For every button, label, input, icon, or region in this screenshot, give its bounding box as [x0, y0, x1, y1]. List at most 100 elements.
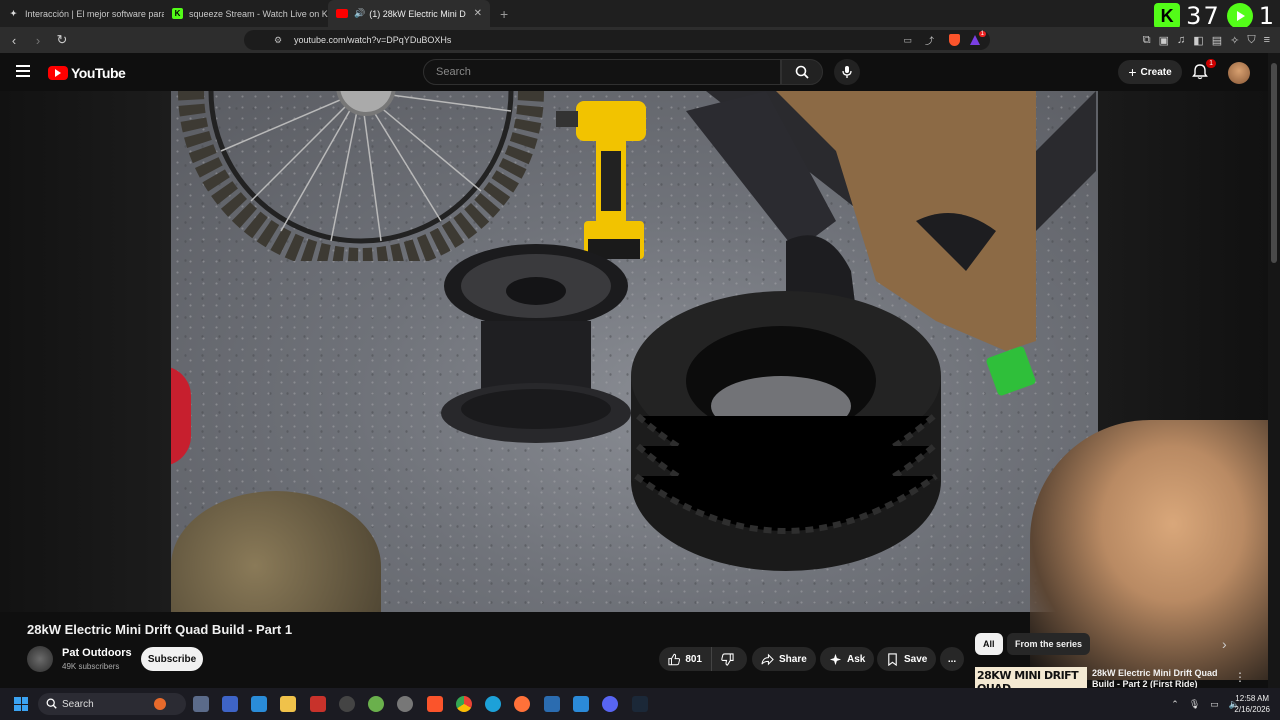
cast-icon[interactable]: ▭: [903, 35, 912, 46]
shield-badge: 1: [978, 31, 986, 37]
tab-title: Interacción | El mejor software para p: [25, 8, 164, 19]
create-button[interactable]: + Create: [1118, 60, 1182, 84]
app-icon[interactable]: [368, 696, 384, 712]
app-icon[interactable]: [310, 696, 326, 712]
extensions-icon[interactable]: ⧉: [1143, 34, 1151, 47]
app-icon[interactable]: [544, 696, 560, 712]
plus-icon: +: [1128, 64, 1137, 80]
app-icon[interactable]: [397, 696, 413, 712]
sparkle-icon: [829, 653, 842, 665]
gear-icon: ✦: [10, 9, 17, 18]
share-icon: [761, 653, 774, 665]
play-icon: [1226, 3, 1253, 29]
subscribe-button[interactable]: Subscribe: [141, 647, 203, 671]
windows-start-icon[interactable]: [14, 697, 28, 711]
save-label: Save: [904, 653, 928, 665]
windows-taskbar: Search ⌃ 🎙 ▭ 🔈 12:58 AM 2/16/2026: [0, 688, 1280, 720]
edge-icon[interactable]: [485, 696, 501, 712]
app-icon[interactable]: [339, 696, 355, 712]
kick-icon: K: [172, 8, 183, 19]
more-vertical-icon[interactable]: ⋮: [1234, 670, 1246, 684]
share-page-icon[interactable]: ⤴: [925, 34, 934, 47]
hamburger-menu-icon[interactable]: [16, 65, 30, 77]
browser-tab[interactable]: ✦ Interacción | El mejor software para p: [0, 0, 164, 27]
taskbar-clock[interactable]: 12:58 AM 2/16/2026: [1234, 693, 1270, 715]
rewards-icon[interactable]: [970, 35, 980, 45]
share-label: Share: [779, 653, 807, 665]
like-count: 801: [685, 653, 702, 665]
youtube-logo[interactable]: YouTube: [48, 65, 126, 81]
filter-chip-all[interactable]: All: [975, 633, 1003, 655]
bookmark-save-icon: [888, 652, 897, 666]
vscode-icon[interactable]: [573, 696, 589, 712]
basketball-icon: [154, 698, 166, 710]
speaker-icon[interactable]: 🔊: [354, 8, 365, 19]
recommendation-thumbnail[interactable]: 28KW MINI DRIFT QUAD: [975, 667, 1087, 688]
like-button[interactable]: 801: [659, 647, 711, 671]
reload-icon[interactable]: ↻: [52, 30, 72, 50]
search-input[interactable]: Search: [423, 59, 781, 85]
video-frame[interactable]: [171, 91, 1098, 612]
system-tray: ⌃ 🎙 ▭ 🔈: [1171, 688, 1240, 720]
channel-name[interactable]: Pat Outdoors: [62, 647, 132, 659]
network-icon[interactable]: ▭: [1210, 699, 1219, 710]
account-avatar[interactable]: [1228, 62, 1250, 84]
app-icon[interactable]: [251, 696, 267, 712]
discord-icon[interactable]: [602, 696, 618, 712]
screenshot-icon[interactable]: ▣: [1159, 34, 1169, 47]
file-explorer-icon[interactable]: [280, 696, 296, 712]
extension-icons: ⧉ ▣ ♫ ◧ ▤ ✧ ⛉ ≡: [1143, 27, 1280, 53]
clock-time: 12:58 AM: [1235, 694, 1270, 703]
youtube-play-icon: [48, 66, 68, 80]
wallet-icon[interactable]: ▤: [1212, 34, 1222, 47]
music-icon[interactable]: ♫: [1177, 34, 1185, 46]
microphone-icon: [842, 66, 852, 78]
app-icon[interactable]: [193, 696, 209, 712]
video-blur-left: [0, 91, 171, 612]
site-info-icon[interactable]: ⚙: [274, 35, 282, 46]
browser-tab-active[interactable]: 🔊 (1) 28kW Electric Mini Drift Qu ✕: [328, 0, 490, 27]
subscriber-count: 49K subscribers: [62, 662, 120, 671]
leo-icon[interactable]: ✧: [1230, 34, 1239, 47]
address-bar[interactable]: ⚙ youtube.com/watch?v=DPqYDuBOXHs ▭ ⤴ 1: [244, 30, 990, 50]
firefox-icon[interactable]: [514, 696, 530, 712]
secondary-count: 1: [1258, 2, 1276, 30]
back-icon[interactable]: ‹: [4, 30, 24, 50]
share-button[interactable]: Share: [752, 647, 816, 671]
chrome-icon[interactable]: [456, 696, 472, 712]
search-button[interactable]: [781, 59, 823, 85]
browser-tab[interactable]: K squeeze Stream - Watch Live on Kick: [164, 0, 328, 27]
menu-icon[interactable]: ≡: [1264, 34, 1270, 46]
voice-search-button[interactable]: [834, 59, 860, 85]
url-text[interactable]: youtube.com/watch?v=DPqYDuBOXHs: [294, 35, 451, 45]
steam-icon[interactable]: [632, 696, 648, 712]
tab-title: (1) 28kW Electric Mini Drift Qu: [369, 8, 466, 19]
microphone-icon[interactable]: 🎙: [1189, 699, 1200, 710]
dislike-button[interactable]: [711, 647, 747, 671]
new-tab-button[interactable]: +: [490, 0, 518, 27]
brave-shield-icon[interactable]: [949, 34, 960, 46]
forward-icon[interactable]: ›: [28, 30, 48, 50]
thumbs-down-icon: [721, 652, 734, 666]
filter-chip-series[interactable]: From the series: [1007, 633, 1091, 655]
channel-avatar[interactable]: [27, 646, 53, 672]
youtube-icon: [336, 9, 348, 18]
notifications-button[interactable]: 1: [1192, 59, 1216, 81]
clock-date: 2/16/2026: [1234, 705, 1270, 714]
taskbar-search-label: Search: [62, 698, 94, 710]
close-tab-icon[interactable]: ✕: [474, 8, 482, 19]
save-button[interactable]: Save: [877, 647, 937, 671]
ask-button[interactable]: Ask: [820, 647, 875, 671]
more-actions-button[interactable]: ...: [940, 647, 964, 671]
vpn-icon[interactable]: ⛉: [1247, 34, 1255, 47]
create-label: Create: [1140, 66, 1172, 78]
chevron-right-icon[interactable]: ›: [1222, 636, 1227, 652]
sidebar-icon[interactable]: ◧: [1193, 34, 1203, 47]
brave-browser-icon[interactable]: [427, 696, 443, 712]
ask-label: Ask: [847, 653, 866, 665]
taskbar-search[interactable]: Search: [38, 693, 186, 715]
recommendation-title[interactable]: 28kW Electric Mini Drift Quad Build - Pa…: [1092, 668, 1222, 688]
page-scrollbar[interactable]: [1268, 53, 1280, 688]
app-icon[interactable]: [222, 696, 238, 712]
chevron-up-icon[interactable]: ⌃: [1171, 699, 1179, 710]
